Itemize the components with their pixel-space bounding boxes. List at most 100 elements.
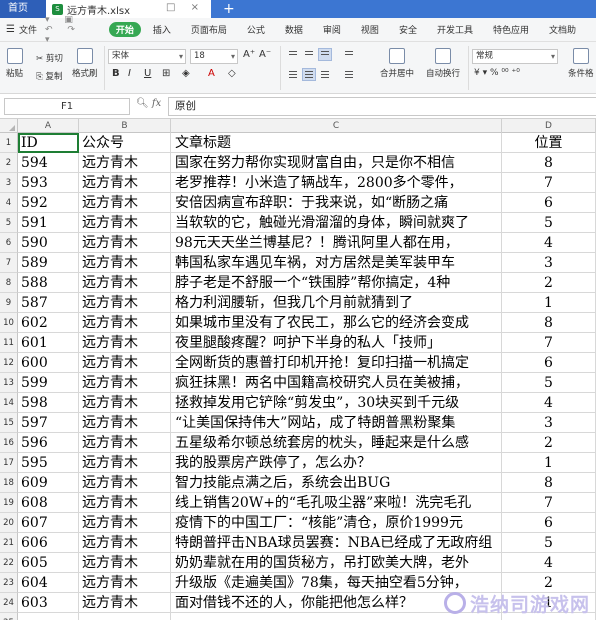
cell-title[interactable]: 文章标题 [171,133,502,153]
name-box[interactable]: F1 [4,98,130,115]
row-header[interactable]: 4 [0,193,18,213]
row-header[interactable]: 3 [0,173,18,193]
cell-position[interactable]: 8 [502,153,596,173]
menu-page-layout[interactable]: 页面布局 [191,23,227,36]
cell-account[interactable]: 远方青木 [79,373,171,393]
tab-home[interactable]: 首页 [0,0,46,18]
row-header[interactable]: 22 [0,553,18,573]
cell-account[interactable]: 远方青木 [79,173,171,193]
tab-controls-icon[interactable]: □ × [166,2,205,13]
cell-id[interactable]: 593 [18,173,79,193]
column-header-b[interactable]: B [79,119,171,133]
cell-title[interactable]: 如果城市里没有了农民工，那么它的经济会变成 [171,313,502,333]
cell-title[interactable]: 疫情下的中国工厂：“核能”清仓，原价1999元 [171,513,502,533]
menu-data[interactable]: 数据 [285,23,303,36]
row-header[interactable]: 24 [0,593,18,613]
row-header[interactable]: 19 [0,493,18,513]
cell-id[interactable]: 609 [18,473,79,493]
row-header[interactable]: 18 [0,473,18,493]
font-color-icon[interactable]: A [208,68,215,79]
cell-title[interactable]: 特朗普抨击NBA球员罢赛：NBA已经成了无政府组 [171,533,502,553]
row-header[interactable]: 14 [0,393,18,413]
cell-id[interactable]: 603 [18,593,79,613]
cell-account[interactable]: 远方青木 [79,153,171,173]
column-header-c[interactable]: C [171,119,502,133]
number-format-select[interactable]: 常规 [472,49,558,64]
cell-id[interactable]: 604 [18,573,79,593]
cell-account[interactable]: 远方青木 [79,493,171,513]
cell-id[interactable]: 598 [18,393,79,413]
cell-id[interactable]: 588 [18,273,79,293]
align-center-icon[interactable] [302,68,316,81]
cell-position[interactable]: 6 [502,353,596,373]
cell-position[interactable]: 7 [502,493,596,513]
cell-position[interactable]: 3 [502,253,596,273]
cell-position[interactable]: 8 [502,473,596,493]
row-header[interactable]: 8 [0,273,18,293]
menu-dev-tools[interactable]: 开发工具 [437,23,473,36]
cell-account[interactable]: 远方青木 [79,553,171,573]
menu-doc-helper[interactable]: 文档助 [549,23,576,36]
cell-id[interactable]: 605 [18,553,79,573]
cell-position[interactable]: 4 [502,553,596,573]
cell-account[interactable]: 远方青木 [79,233,171,253]
formula-input[interactable]: 原创 [168,97,596,116]
cell-account[interactable]: 远方青木 [79,293,171,313]
wrap-text-button[interactable]: 自动换行 [426,48,460,79]
cell-position[interactable]: 4 [502,393,596,413]
underline-icon[interactable]: U [144,68,151,79]
align-middle-icon[interactable] [302,48,316,61]
row-header[interactable]: 17 [0,453,18,473]
cell-id[interactable]: 597 [18,413,79,433]
cell-account[interactable]: 远方青木 [79,253,171,273]
select-all-corner[interactable] [0,119,18,133]
cell-id[interactable]: 596 [18,433,79,453]
cell-title[interactable]: 脖子老是不舒服一个“铁围脖”帮你搞定，4种 [171,273,502,293]
cell-position[interactable]: 6 [502,193,596,213]
cell-id[interactable]: 594 [18,153,79,173]
cell-account[interactable]: 远方青木 [79,533,171,553]
cell-title[interactable]: 我的股票房产跌停了，怎么办？ [171,453,502,473]
row-header[interactable]: 21 [0,533,18,553]
cell-id[interactable]: 587 [18,293,79,313]
paste-button[interactable]: 粘贴 [6,48,23,79]
font-size-select[interactable]: 18 [190,49,238,64]
cell-title[interactable]: 五星级希尔顿总统套房的枕头，睡起来是什么感 [171,433,502,453]
formula-icons[interactable]: 🔍︎ fx [136,98,161,109]
row-header[interactable]: 16 [0,433,18,453]
cell-title[interactable]: 98元天天坐兰博基尼？！腾讯阿里人都在用， [171,233,502,253]
row-header[interactable]: 15 [0,413,18,433]
cell-title[interactable]: 夜里腿酸疼醒？呵护下半身的私人「技师」 [171,333,502,353]
cell-position[interactable]: 7 [502,173,596,193]
row-header[interactable]: 1 [0,133,18,153]
menu-special[interactable]: 特色应用 [493,23,529,36]
cell-position[interactable]: 4 [502,233,596,253]
menu-security[interactable]: 安全 [399,23,417,36]
row-header[interactable]: 5 [0,213,18,233]
cut-button[interactable]: ✂ 剪切 [36,52,63,64]
row-header[interactable]: 7 [0,253,18,273]
cell-title[interactable]: “让美国保持伟大”网站，成了特朗普黑粉聚集 [171,413,502,433]
cell-title[interactable]: 疯狂抹黑！两名中国籍高校研究人员在美被捕， [171,373,502,393]
row-header[interactable]: 2 [0,153,18,173]
cell-id[interactable] [18,613,79,620]
cell-title[interactable]: 拯救掉发用它铲除“剪发虫”，30块买到千元级 [171,393,502,413]
cell-account[interactable]: 远方青木 [79,333,171,353]
cell-account[interactable] [79,613,171,620]
cell-account[interactable]: 远方青木 [79,413,171,433]
cell-id[interactable]: 591 [18,213,79,233]
cell-id[interactable]: 592 [18,193,79,213]
font-name-select[interactable]: 宋体 [108,49,186,64]
cell-account[interactable]: 远方青木 [79,393,171,413]
menu-formula[interactable]: 公式 [247,23,265,36]
cell-id[interactable]: 599 [18,373,79,393]
row-header[interactable]: 13 [0,373,18,393]
cell-title[interactable]: 线上销售20W+的“毛孔吸尘器”来啦！洗完毛孔 [171,493,502,513]
column-header-d[interactable]: D [502,119,596,133]
cell-title[interactable]: 智力技能点满之后，系统会出BUG [171,473,502,493]
hamburger-icon[interactable]: ☰ [6,24,15,35]
cell-account[interactable]: 远方青木 [79,353,171,373]
font-grow-icon[interactable]: A⁺ [243,49,255,60]
cell-id[interactable]: 600 [18,353,79,373]
cell-title[interactable]: 当软软的它，触碰光滑溜溜的身体，瞬间就爽了 [171,213,502,233]
